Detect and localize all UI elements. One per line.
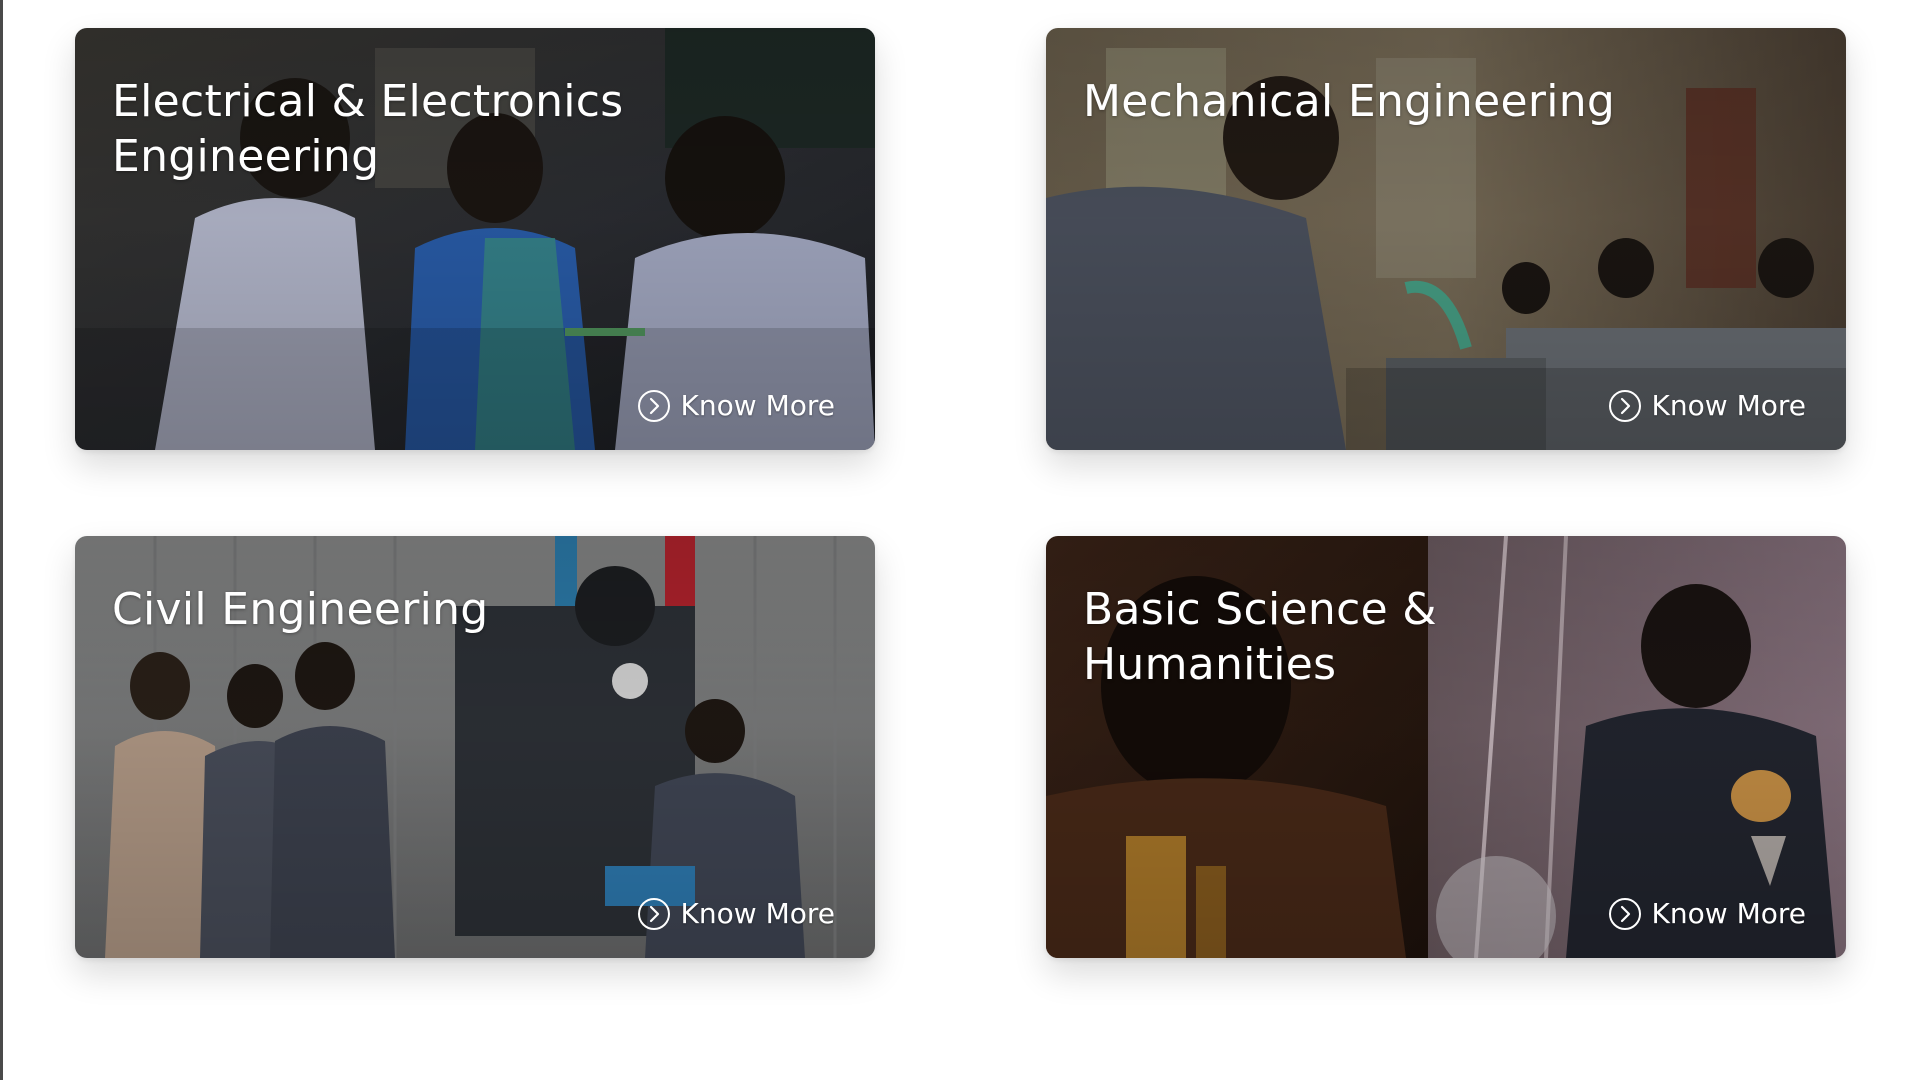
know-more-link[interactable]: Know More [1608, 388, 1806, 424]
card-title: Electrical & Electronics Engineering [112, 76, 624, 182]
chevron-circle-right-icon [637, 897, 671, 931]
department-card-mechanical[interactable]: Mechanical Engineering Know More [1046, 28, 1846, 450]
card-title: Mechanical Engineering [1083, 76, 1616, 127]
department-card-civil[interactable]: Civil Engineering Know More [75, 536, 875, 958]
know-more-label: Know More [680, 897, 835, 930]
know-more-link[interactable]: Know More [637, 896, 835, 932]
page: Electrical & Electronics Engineering Kno… [0, 0, 1920, 1080]
know-more-label: Know More [1651, 389, 1806, 422]
chevron-circle-right-icon [637, 389, 671, 423]
know-more-label: Know More [680, 389, 835, 422]
know-more-label: Know More [1651, 897, 1806, 930]
card-title: Basic Science & Humanities [1083, 584, 1437, 690]
department-card-electrical[interactable]: Electrical & Electronics Engineering Kno… [75, 28, 875, 450]
card-title: Civil Engineering [112, 584, 489, 635]
chevron-circle-right-icon [1608, 389, 1642, 423]
chevron-circle-right-icon [1608, 897, 1642, 931]
know-more-link[interactable]: Know More [1608, 896, 1806, 932]
department-card-basic-science[interactable]: Basic Science & Humanities Know More [1046, 536, 1846, 958]
know-more-link[interactable]: Know More [637, 388, 835, 424]
department-card-grid: Electrical & Electronics Engineering Kno… [0, 0, 1920, 1080]
